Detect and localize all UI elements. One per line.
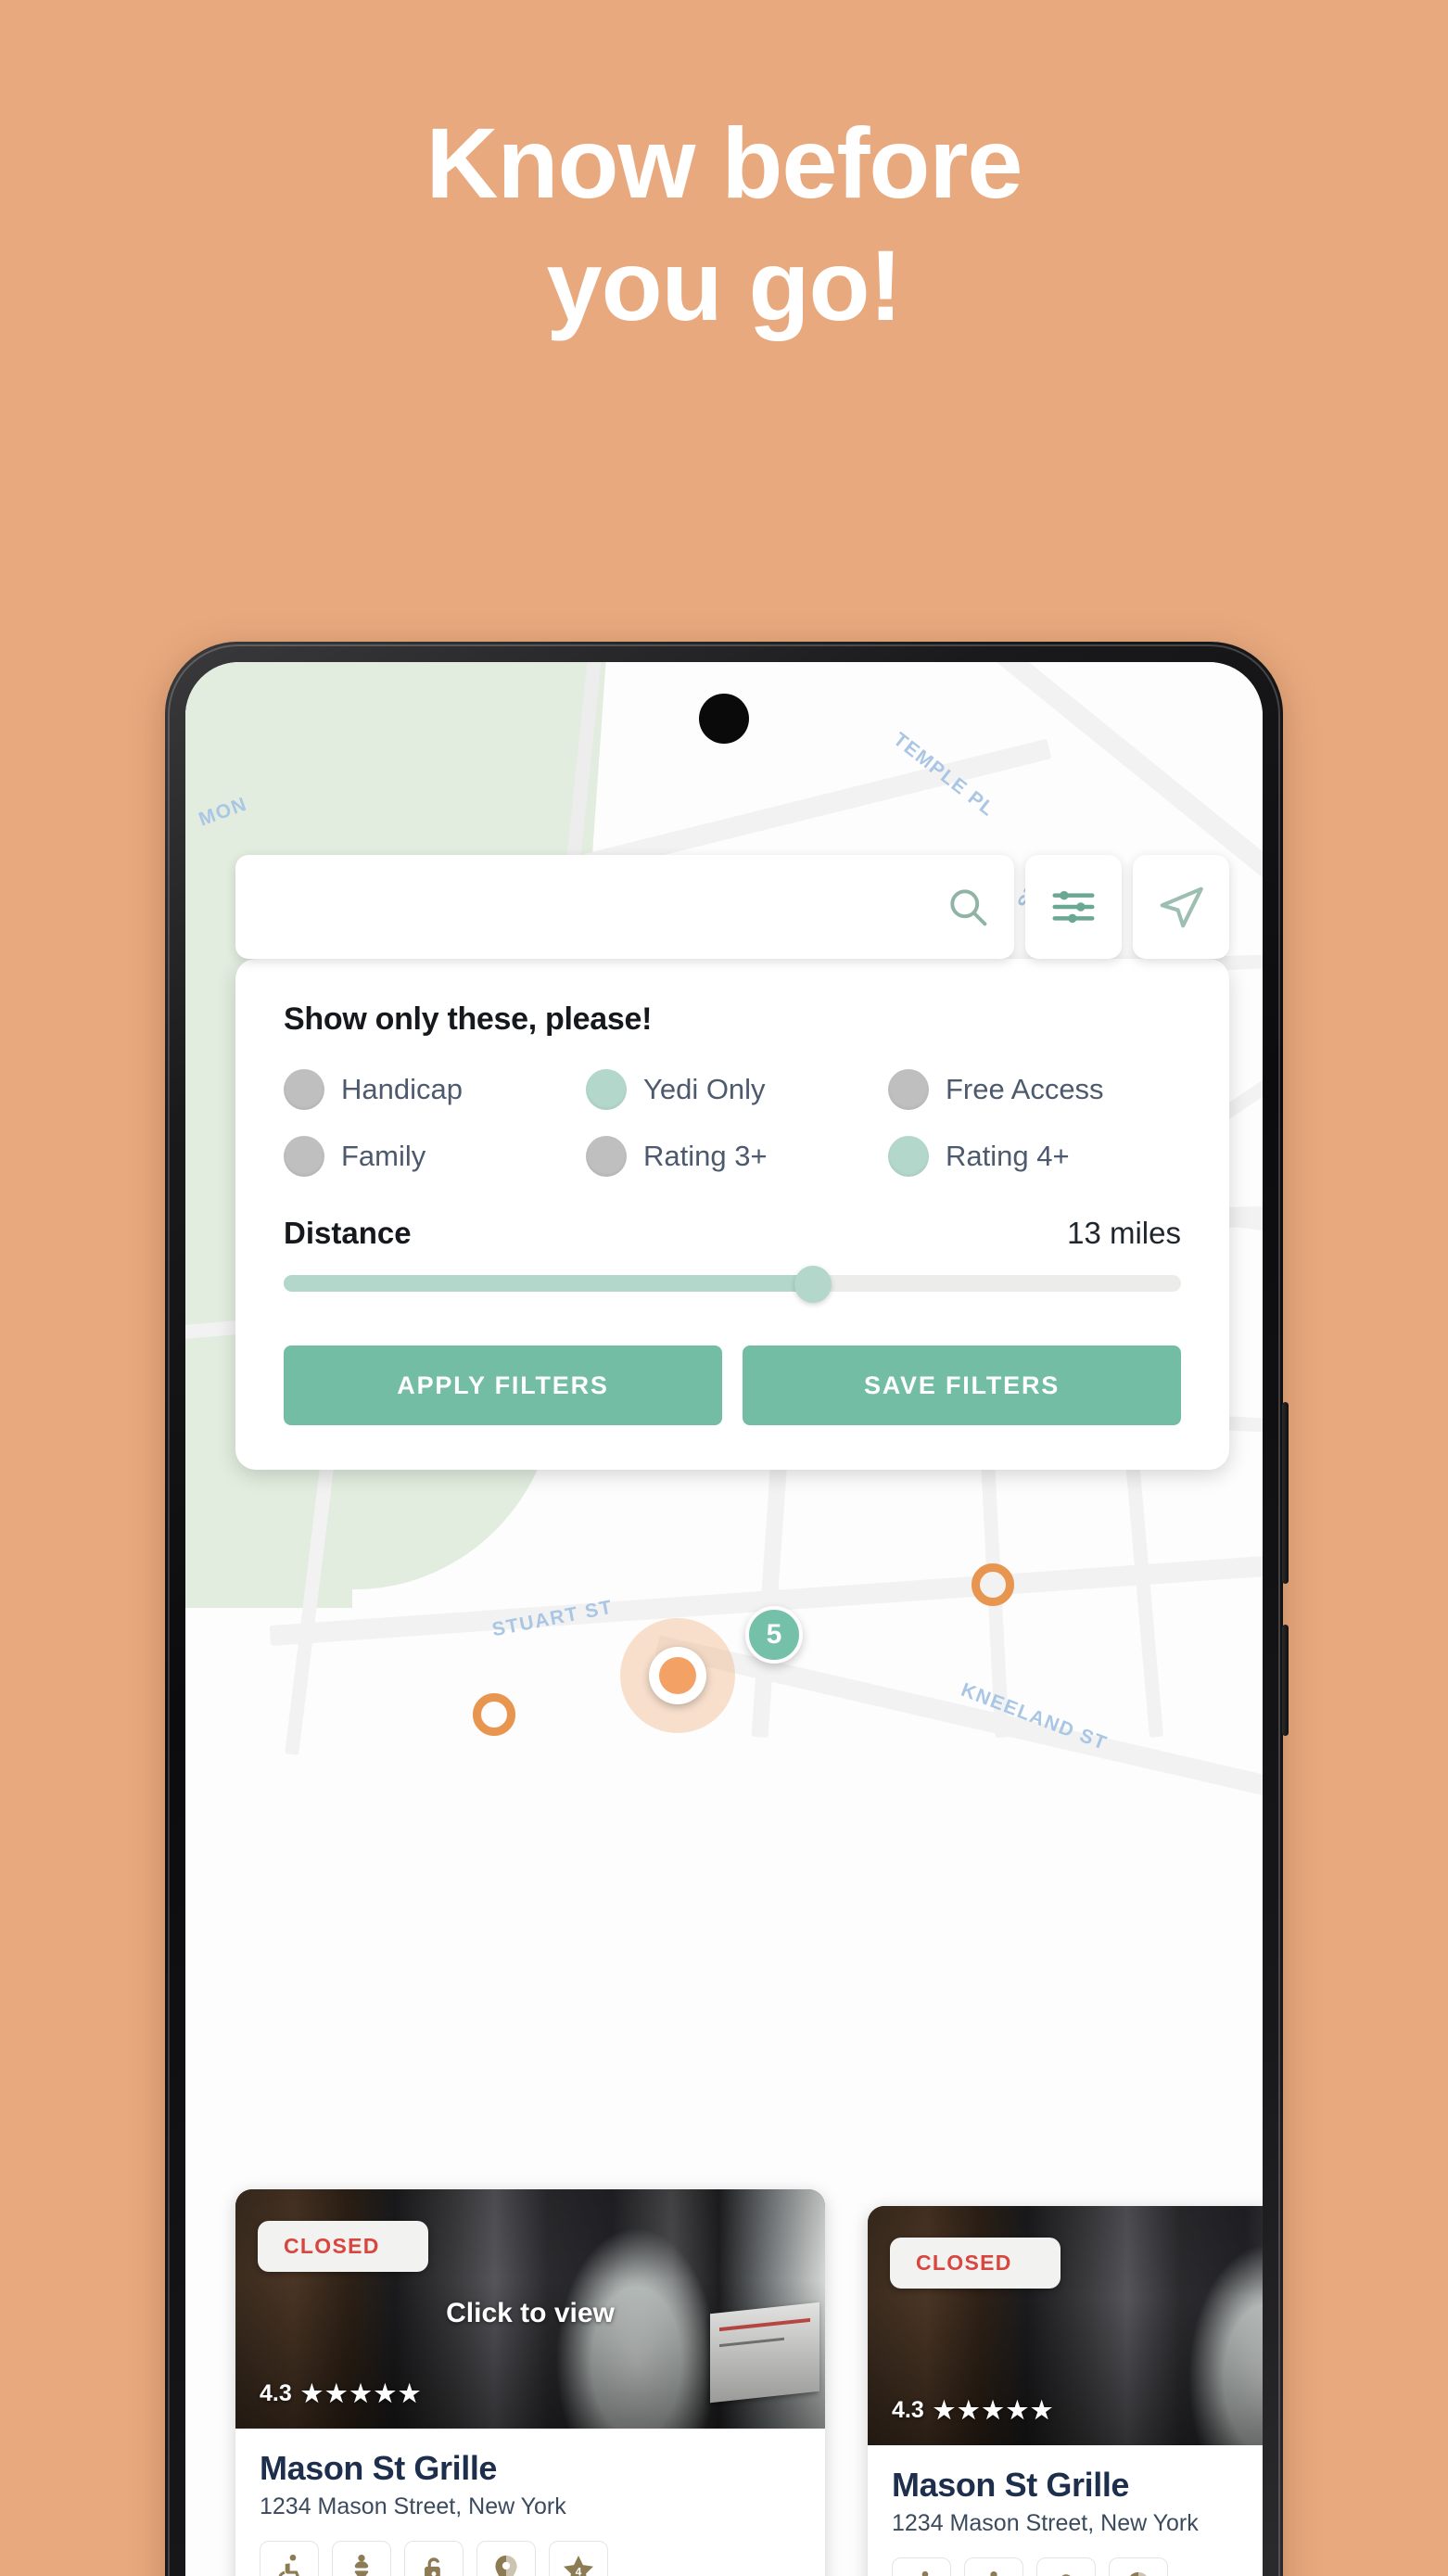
place-card-carousel[interactable]: CLOSED Click to view 4.3 ★★★★★ Mason St … bbox=[235, 2189, 1263, 2576]
tune-sliders-icon bbox=[1048, 882, 1099, 932]
place-name[interactable]: Mason St Grille bbox=[892, 2466, 1263, 2505]
rating-stars: ★★★★★ bbox=[933, 2396, 1056, 2424]
baby-changing-icon[interactable] bbox=[964, 2557, 1023, 2576]
place-address: 1234 Mason Street, New York bbox=[892, 2510, 1199, 2536]
unlock-icon[interactable] bbox=[1036, 2557, 1096, 2576]
filter-option-label: Rating 4+ bbox=[946, 1140, 1070, 1172]
distance-row: Distance 13 miles bbox=[284, 1216, 1181, 1251]
map-pin-icon[interactable] bbox=[1109, 2557, 1168, 2576]
filter-option-label: Yedi Only bbox=[643, 1073, 766, 1105]
place-card-body: Mason St Grille 1234 Mason Street, New Y… bbox=[235, 2429, 825, 2576]
filter-option-dot[interactable] bbox=[586, 1136, 627, 1177]
search-box[interactable] bbox=[235, 855, 1014, 959]
search-row bbox=[235, 855, 1229, 959]
rating-value: 4.3 bbox=[892, 2397, 924, 2423]
filter-toggle-button[interactable] bbox=[1025, 855, 1122, 959]
map-pin-icon[interactable] bbox=[476, 2541, 536, 2576]
place-card-body: Mason St Grille 1234 Mason Street, New Y… bbox=[868, 2445, 1263, 2576]
promo-headline: Know before you go! bbox=[0, 102, 1448, 347]
user-location-core bbox=[659, 1657, 696, 1694]
wheelchair-icon[interactable] bbox=[892, 2557, 951, 2576]
search-input[interactable] bbox=[258, 891, 944, 923]
filter-option-dot[interactable] bbox=[888, 1069, 929, 1110]
map-street-label: STUART ST bbox=[489, 1596, 616, 1641]
status-badge: CLOSED bbox=[258, 2221, 428, 2272]
apply-filters-button[interactable]: APPLY FILTERS bbox=[284, 1345, 722, 1425]
navigate-arrow-icon bbox=[1154, 880, 1208, 934]
filter-option-dot[interactable] bbox=[284, 1069, 324, 1110]
rating-line: 4.3 ★★★★★ bbox=[892, 2396, 1055, 2425]
search-icon[interactable] bbox=[944, 883, 992, 931]
power-button[interactable] bbox=[1282, 1625, 1289, 1736]
filter-option-family[interactable]: Family bbox=[284, 1136, 577, 1177]
filter-actions: APPLY FILTERS SAVE FILTERS bbox=[284, 1345, 1181, 1425]
distance-slider[interactable] bbox=[284, 1266, 1181, 1303]
filter-option-dot[interactable] bbox=[888, 1136, 929, 1177]
unlock-icon[interactable] bbox=[404, 2541, 464, 2576]
wheelchair-icon[interactable] bbox=[260, 2541, 319, 2576]
place-photo[interactable]: CLOSED Click to view 4.3 ★★★★★ bbox=[868, 2206, 1263, 2445]
volume-button[interactable] bbox=[1282, 1402, 1289, 1584]
filter-panel-title: Show only these, please! bbox=[284, 1001, 653, 1037]
distance-value: 13 miles bbox=[1067, 1216, 1181, 1250]
rating-stars: ★★★★★ bbox=[300, 2379, 424, 2407]
phone-screen: MONTEMPLE PLSTESSEXWASHINGTON STBEACHSTU… bbox=[185, 662, 1263, 2576]
save-filters-button[interactable]: SAVE FILTERS bbox=[743, 1345, 1181, 1425]
status-badge: CLOSED bbox=[890, 2238, 1061, 2289]
filter-option-dot[interactable] bbox=[284, 1136, 324, 1177]
filter-option-label: Family bbox=[341, 1140, 426, 1172]
slider-thumb[interactable] bbox=[794, 1266, 832, 1303]
filter-option-dot[interactable] bbox=[586, 1069, 627, 1110]
click-to-view-label[interactable]: Click to view bbox=[868, 2315, 1263, 2346]
locate-me-button[interactable] bbox=[1133, 855, 1229, 959]
filter-option-yedi-only[interactable]: Yedi Only bbox=[586, 1069, 879, 1110]
road-segment bbox=[654, 1635, 1263, 1805]
amenity-icons bbox=[892, 2557, 1263, 2576]
phone-mockup: MONTEMPLE PLSTESSEXWASHINGTON STBEACHSTU… bbox=[165, 642, 1289, 2576]
filter-option-handicap[interactable]: Handicap bbox=[284, 1069, 577, 1110]
headline-line-1: Know before bbox=[426, 107, 1022, 219]
place-card[interactable]: CLOSED Click to view 4.3 ★★★★★ Mason St … bbox=[235, 2189, 825, 2576]
filter-options-grid: Handicap Yedi Only Free Access Family Rating… bbox=[284, 1069, 1181, 1177]
filter-panel: Show only these, please! Handicap Yedi On… bbox=[235, 959, 1229, 1470]
filter-option-label: Free Access bbox=[946, 1073, 1104, 1105]
filter-option-rating-4[interactable]: Rating 4+ bbox=[888, 1136, 1181, 1177]
user-location-dot[interactable] bbox=[649, 1647, 706, 1704]
cluster-count: 5 bbox=[766, 1619, 782, 1650]
slider-fill bbox=[284, 1275, 814, 1292]
click-to-view-label[interactable]: Click to view bbox=[235, 2298, 825, 2329]
map-ring-marker[interactable] bbox=[972, 1563, 1014, 1606]
place-name[interactable]: Mason St Grille bbox=[260, 2449, 801, 2488]
rating-value: 4.3 bbox=[260, 2380, 292, 2406]
star-rating-icon[interactable]: 4 bbox=[549, 2541, 608, 2576]
baby-changing-icon[interactable] bbox=[332, 2541, 391, 2576]
filter-option-label: Rating 3+ bbox=[643, 1140, 768, 1172]
place-card[interactable]: CLOSED Click to view 4.3 ★★★★★ Mason St … bbox=[868, 2206, 1263, 2576]
map-ring-marker[interactable] bbox=[473, 1693, 515, 1736]
filter-option-label: Handicap bbox=[341, 1073, 463, 1105]
rating-line: 4.3 ★★★★★ bbox=[260, 2379, 423, 2408]
place-photo[interactable]: CLOSED Click to view 4.3 ★★★★★ bbox=[235, 2189, 825, 2429]
distance-label: Distance bbox=[284, 1216, 412, 1250]
svg-text:4: 4 bbox=[576, 2565, 582, 2576]
filter-option-free-access[interactable]: Free Access bbox=[888, 1069, 1181, 1110]
headline-line-2: you go! bbox=[546, 228, 903, 341]
amenity-icons: 4 bbox=[260, 2541, 801, 2576]
place-address: 1234 Mason Street, New York bbox=[260, 2493, 566, 2519]
map-cluster-marker[interactable]: 5 bbox=[745, 1606, 803, 1664]
camera-punch-hole bbox=[699, 694, 749, 744]
filter-option-rating-3[interactable]: Rating 3+ bbox=[586, 1136, 879, 1177]
